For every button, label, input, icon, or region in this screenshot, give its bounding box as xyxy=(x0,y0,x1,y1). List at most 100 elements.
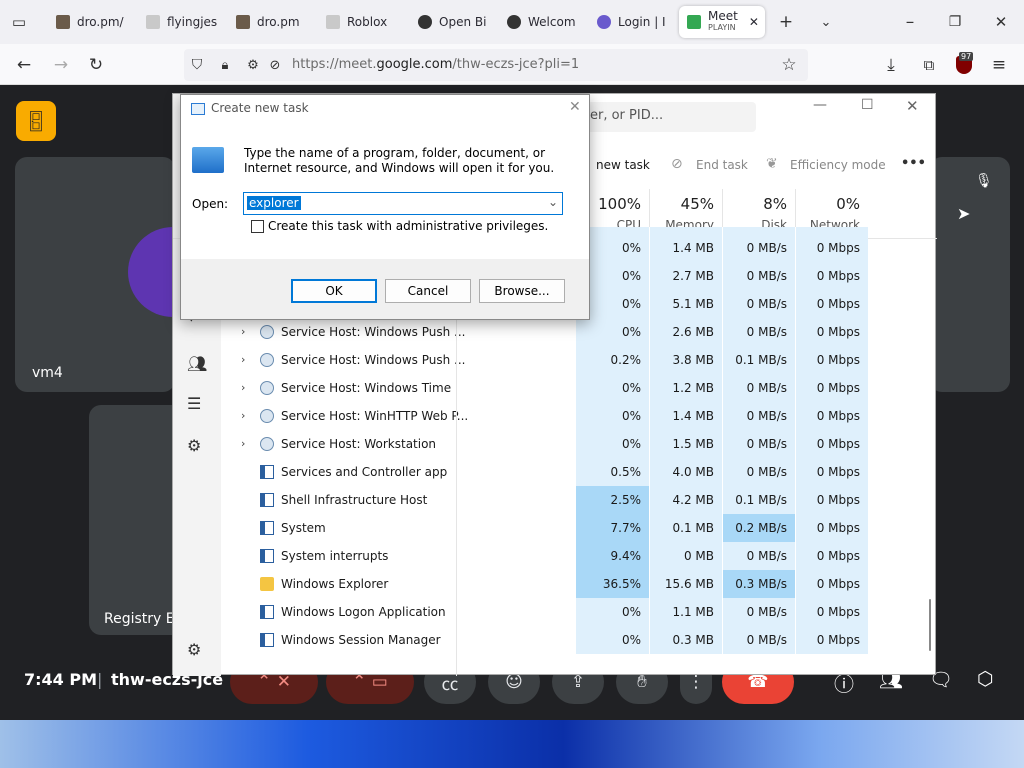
extension-badge: 97 xyxy=(959,52,974,61)
run-window-icon xyxy=(191,103,205,115)
cell-network: 0 Mbps xyxy=(795,430,868,458)
close-window-icon[interactable]: ✕ xyxy=(990,11,1012,33)
back-icon[interactable]: ← xyxy=(13,54,35,76)
chevron-right-icon[interactable]: › xyxy=(241,318,245,346)
create-new-task-dialog: Create new task ✕ Type the name of a pro… xyxy=(180,94,590,320)
table-row[interactable]: › Service Host: Windows Push ... 0% 2.6 MB 0… xyxy=(173,318,937,346)
new-tab-icon[interactable]: + xyxy=(775,11,797,33)
menu-icon[interactable]: ≡ xyxy=(988,54,1010,76)
browser-tab[interactable]: dro.pm/ xyxy=(56,6,126,38)
reload-icon[interactable]: ↻ xyxy=(85,54,107,76)
cell-disk: 0 MB/s xyxy=(722,318,795,346)
cell-memory: 2.6 MB xyxy=(649,318,722,346)
bookmark-star-icon[interactable]: ☆ xyxy=(778,54,800,76)
table-row[interactable]: System 7.7% 0.1 MB 0.2 MB/s 0 Mbps xyxy=(173,514,937,542)
shield-icon[interactable]: ⛉ xyxy=(186,54,208,76)
open-input[interactable]: explorer ⌄ xyxy=(243,192,563,215)
meeting-door-icon[interactable]: 🚪︎ xyxy=(16,101,56,141)
permissions-icon[interactable]: ⚙ xyxy=(242,54,264,76)
list-all-tabs-icon[interactable]: ⌄ xyxy=(815,11,837,33)
forward-icon[interactable]: → xyxy=(50,54,72,76)
chevron-right-icon[interactable]: › xyxy=(241,430,245,458)
table-row[interactable]: Windows Explorer 36.5% 15.6 MB 0.3 MB/s 0 Mb… xyxy=(173,570,937,598)
table-row[interactable]: › Service Host: Windows Push ... 0.2% 3.8 M… xyxy=(173,346,937,374)
minimize-icon[interactable]: — xyxy=(813,97,827,113)
url-suffix: /thw-eczs-jce?pli=1 xyxy=(452,57,580,72)
admin-checkbox[interactable] xyxy=(251,220,264,233)
more-options-icon[interactable]: ••• xyxy=(901,156,926,171)
tab-text: Welcom xyxy=(528,16,576,28)
browser-tab[interactable]: dro.pm xyxy=(236,6,304,38)
browser-tab[interactable]: Roblox xyxy=(326,6,394,38)
process-name: Services and Controller app xyxy=(281,465,448,479)
table-row[interactable]: › Service Host: Windows Time 0% 1.2 MB 0 MB/… xyxy=(173,374,937,402)
close-icon[interactable]: ✕ xyxy=(906,97,919,115)
gear-icon xyxy=(260,409,274,423)
chevron-right-icon[interactable]: › xyxy=(241,402,245,430)
table-row[interactable]: › Service Host: WinHTTP Web P... 0% 1.4 MB 0… xyxy=(173,402,937,430)
maximize-icon[interactable]: ☐ xyxy=(861,97,874,113)
process-name: System xyxy=(281,521,326,535)
cancel-button[interactable]: Cancel xyxy=(385,279,471,303)
cell-network: 0 Mbps xyxy=(795,402,868,430)
tab-label: Meet xyxy=(708,9,738,23)
dialog-body: Type the name of a program, folder, docu… xyxy=(181,123,589,259)
cell-memory: 1.2 MB xyxy=(649,374,722,402)
chevron-right-icon[interactable]: › xyxy=(241,346,245,374)
cell-memory: 11.1 MB xyxy=(649,227,722,234)
process-name: Service Host: Workstation xyxy=(281,437,437,451)
dialog-close-icon[interactable]: ✕ xyxy=(569,99,581,115)
chevron-down-icon[interactable]: ⌄ xyxy=(548,195,558,209)
minimize-window-icon[interactable]: – xyxy=(899,11,921,33)
end-task-button[interactable]: End task xyxy=(696,158,748,172)
extensions-icon[interactable]: ⧉ xyxy=(918,54,940,76)
tab-text: flyingjes xyxy=(167,14,218,29)
restore-window-icon[interactable]: ❐ xyxy=(944,11,966,33)
run-new-task-button[interactable]: new task xyxy=(596,158,650,172)
browse-button[interactable]: Browse... xyxy=(479,279,565,303)
url-bar[interactable]: ⛉ 🔒︎ ⚙ ⊘ https://meet.google.com/thw-ecz… xyxy=(184,49,808,81)
cell-disk: 0.3 MB/s xyxy=(722,570,795,598)
cell-cpu: 36.5% xyxy=(576,570,649,598)
browser-tab[interactable]: Welcom xyxy=(507,6,577,38)
cell-disk: 0 MB/s xyxy=(722,458,795,486)
gear-icon xyxy=(260,353,274,367)
column-percent: 0% xyxy=(836,195,860,213)
camera-off-icon[interactable]: ⊘ xyxy=(264,54,286,76)
cell-network: 0 Mbps xyxy=(795,234,868,262)
search-input[interactable]: er, or PID... xyxy=(576,102,756,132)
table-row[interactable]: System interrupts 9.4% 0 MB 0 MB/s 0 Mbps xyxy=(173,542,937,570)
table-row[interactable]: Windows Session Manager 0% 0.3 MB 0 MB/s 0 M… xyxy=(173,626,937,654)
chevron-right-icon[interactable]: › xyxy=(241,374,245,402)
table-row[interactable]: › Service Host: Workstation 0% 1.5 MB 0 MB/s… xyxy=(173,430,937,458)
browser-tab[interactable]: Meet PLAYIN ✕ xyxy=(679,6,765,38)
activities-icon[interactable]: ⬡ xyxy=(977,668,994,690)
table-row[interactable]: Windows Logon Application 0% 1.1 MB 0 MB/s 0… xyxy=(173,598,937,626)
cell-network: 0 Mbps xyxy=(795,227,868,234)
ok-button[interactable]: OK xyxy=(291,279,377,303)
dropbox-thumb-icon xyxy=(236,15,250,29)
efficiency-mode-button[interactable]: Efficiency mode xyxy=(790,158,886,172)
browser-tab[interactable]: Login | I xyxy=(597,6,665,38)
table-row[interactable]: Services and Controller app 0.5% 4.0 MB 0 M… xyxy=(173,458,937,486)
cloud-icon xyxy=(326,15,340,29)
tab-list-icon[interactable]: ▭ xyxy=(8,11,30,33)
cell-cpu: 0% xyxy=(576,430,649,458)
cell-memory: 0 MB xyxy=(649,542,722,570)
lock-icon[interactable]: 🔒︎ xyxy=(214,54,236,76)
url-text[interactable]: https://meet.google.com/thw-eczs-jce?pli… xyxy=(292,57,579,72)
tab-text: dro.pm/ xyxy=(77,16,124,28)
tab-playing-label: PLAYIN xyxy=(708,23,736,32)
browser-tab[interactable]: Open Bi xyxy=(418,6,488,38)
tab-label: flyingjes xyxy=(167,14,218,29)
cell-disk: 0 MB/s xyxy=(722,430,795,458)
cell-memory: 1.4 MB xyxy=(649,234,722,262)
dropbox-thumb-icon xyxy=(56,15,70,29)
browser-tab[interactable]: flyingjes xyxy=(146,6,218,38)
tab-close-icon[interactable]: ✕ xyxy=(749,15,759,29)
cell-network: 0 Mbps xyxy=(795,598,868,626)
admin-checkbox-label: Create this task with administrative pri… xyxy=(268,219,549,233)
downloads-icon[interactable]: ⤓ xyxy=(880,54,902,76)
table-row[interactable]: Shell Infrastructure Host 2.5% 4.2 MB 0.1 M… xyxy=(173,486,937,514)
scrollbar[interactable] xyxy=(929,599,931,651)
